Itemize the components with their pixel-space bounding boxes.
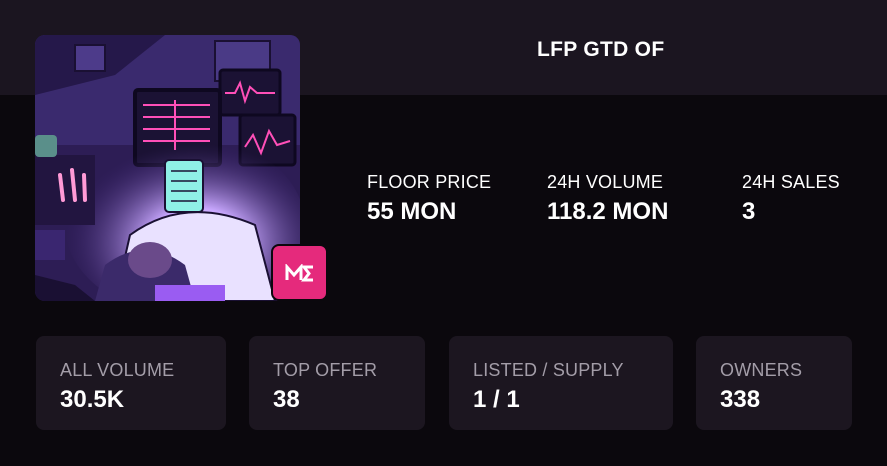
stat-label: FLOOR PRICE (367, 172, 492, 192)
collection-title: LFP GTD OF (537, 38, 665, 61)
card-label: LISTED / SUPPLY (473, 360, 624, 380)
stat-value: 3 (742, 198, 756, 225)
card-value: 1 / 1 (473, 386, 520, 413)
card-all-volume: ALL VOLUME 30.5K (36, 336, 226, 430)
stat-value: 55 MON (367, 198, 457, 225)
stat-label: 24H VOLUME (547, 172, 664, 192)
stat-floor-price: FLOOR PRICE 55 MON (367, 172, 491, 225)
stat-value: 118.2 MON (547, 198, 669, 225)
stat-label: 24H SALES (742, 172, 840, 192)
collection-page: LFP GTD OF FLOOR PRICE 55 MON 24H VOLUME… (0, 0, 887, 466)
card-label: OWNERS (720, 360, 803, 380)
card-value: 30.5K (60, 386, 125, 413)
card-top-offer[interactable]: TOP OFFER 38 (249, 336, 425, 430)
card-value: 38 (273, 386, 300, 413)
card-owners: OWNERS 338 (696, 336, 852, 430)
magic-eden-logo-icon (285, 263, 313, 281)
stat-24h-volume: 24H VOLUME 118.2 MON (547, 172, 668, 225)
card-label: ALL VOLUME (60, 360, 175, 380)
card-value: 338 (720, 386, 761, 413)
card-listed-supply: LISTED / SUPPLY 1 / 1 (449, 336, 673, 430)
collection-artwork[interactable] (35, 35, 300, 301)
card-label: TOP OFFER (273, 360, 378, 380)
stat-24h-sales: 24H SALES 3 (742, 172, 840, 225)
magic-eden-badge[interactable] (271, 244, 328, 301)
